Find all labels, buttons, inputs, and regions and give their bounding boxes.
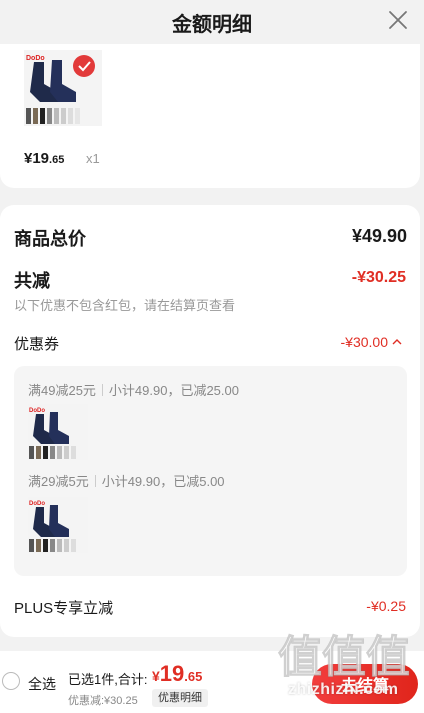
svg-text:DoDo: DoDo (29, 408, 45, 414)
coupon-line-2: 满29减5元 小计49.90，已减5.00 (28, 471, 225, 490)
coupon-detail: 小计49.90，已减25.00 (108, 383, 239, 398)
plus-discount-label: PLUS专享立减 (14, 600, 114, 617)
total-price: ¥19.65 (152, 661, 203, 686)
select-all-radio[interactable] (2, 672, 20, 690)
coupon-value: -¥30.00 (340, 334, 388, 350)
goods-total-value: ¥49.90 (351, 226, 407, 246)
selected-info: 已选1件,合计: (68, 672, 148, 687)
total-discount-label: 共减 (14, 271, 50, 291)
svg-text:DoDo: DoDo (29, 501, 45, 507)
product-price: ¥19.65 (24, 150, 65, 167)
discount-info: 优惠减:¥30.25 (68, 695, 138, 707)
coupon-toggle[interactable]: -¥30.00 (341, 334, 402, 350)
coupon-product-image: DoDo (28, 404, 88, 460)
price-summary-card: 商品总价 ¥49.90 共减 -¥30.25 以下优惠不包含红包，请在结算页查看… (0, 205, 420, 637)
total-discount-value: -¥30.25 (351, 269, 406, 286)
close-button[interactable] (384, 6, 412, 34)
coupon-name: 满49减25元 (28, 383, 96, 398)
coupon-label: 优惠券 (14, 336, 60, 353)
coupon-detail: 小计49.90，已减5.00 (101, 474, 225, 489)
svg-text:DoDo: DoDo (26, 55, 45, 62)
chevron-up-icon (392, 339, 402, 345)
discount-note: 以下优惠不包含红包，请在结算页查看 (14, 298, 236, 313)
coupon-name: 满29减5元 (28, 474, 89, 489)
close-icon (389, 11, 407, 29)
coupon-line-1: 满49减25元 小计49.90，已减25.00 (28, 380, 239, 399)
header: 金额明细 (0, 0, 424, 44)
goods-total-label: 商品总价 (14, 229, 86, 249)
select-all-label[interactable]: 全选 (28, 674, 56, 694)
product-image[interactable]: DoDo (24, 50, 102, 126)
page-title: 金额明细 (172, 13, 252, 36)
watermark-text: zhizhizhi.com (288, 681, 399, 698)
coupon-detail-box: 满49减25元 小计49.90，已减25.00 DoDo 满29减5元 小计49.9… (14, 366, 407, 576)
plus-discount-value: -¥0.25 (366, 598, 406, 614)
discount-detail-button[interactable]: 优惠明细 (152, 689, 208, 707)
product-quantity: x1 (86, 151, 100, 166)
coupon-product-image: DoDo (28, 497, 88, 553)
